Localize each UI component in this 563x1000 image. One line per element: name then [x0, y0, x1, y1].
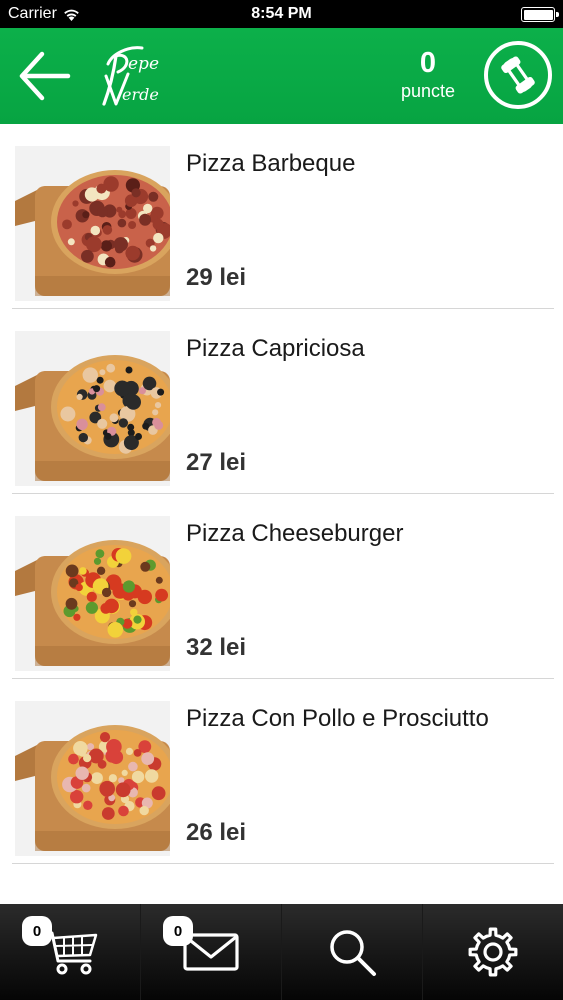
product-name: Pizza Capriciosa [186, 335, 365, 362]
product-item[interactable]: Pizza Barbeque 29 lei [0, 124, 563, 309]
pizza-photo [15, 701, 170, 856]
product-price: 32 lei [186, 634, 247, 661]
pizza-photo [15, 516, 170, 671]
product-image [15, 701, 170, 856]
brand-logo: epe erde [98, 42, 178, 112]
points-label: puncte [400, 81, 456, 101]
call-button[interactable] [484, 41, 552, 109]
status-bar: Carrier 8:54 PM [0, 0, 563, 28]
tab-cart[interactable]: 0 [0, 904, 140, 1000]
messages-badge: 0 [163, 916, 193, 946]
tab-search[interactable] [281, 904, 422, 1000]
tab-messages[interactable]: 0 [140, 904, 281, 1000]
app-header: epe erde 0 puncte [0, 28, 563, 124]
product-image [15, 516, 170, 671]
gear-icon [468, 927, 518, 977]
cart-badge: 0 [22, 916, 52, 946]
product-name: Pizza Cheeseburger [186, 520, 404, 547]
product-price: 26 lei [186, 819, 247, 846]
product-price: 29 lei [186, 264, 247, 291]
points-counter: 0 puncte [388, 46, 468, 102]
row-divider [12, 863, 554, 864]
product-list: Pizza Barbeque 29 lei Pizza Capriciosa 27 l… [0, 124, 563, 864]
tab-settings[interactable] [422, 904, 563, 1000]
product-price: 27 lei [186, 449, 247, 476]
search-icon [330, 930, 376, 976]
phone-icon [501, 56, 535, 94]
svg-text:epe: epe [128, 54, 159, 74]
svg-text:erde: erde [122, 85, 159, 104]
status-time: 8:54 PM [251, 5, 312, 22]
pizza-photo [15, 146, 170, 301]
arrow-left-icon [19, 51, 71, 101]
product-item[interactable]: Pizza Con Pollo e Prosciutto 26 lei [0, 679, 563, 864]
product-item[interactable]: Pizza Cheeseburger 32 lei [0, 494, 563, 679]
back-button[interactable] [16, 48, 74, 104]
tab-bar: 0 0 [0, 904, 563, 1000]
product-name: Pizza Con Pollo e Prosciutto [186, 705, 489, 732]
product-item[interactable]: Pizza Capriciosa 27 lei [0, 309, 563, 494]
points-value: 0 [419, 47, 437, 79]
pizza-photo [15, 331, 170, 486]
product-name: Pizza Barbeque [186, 150, 356, 177]
battery-icon [521, 7, 559, 22]
product-image [15, 146, 170, 301]
product-image [15, 331, 170, 486]
